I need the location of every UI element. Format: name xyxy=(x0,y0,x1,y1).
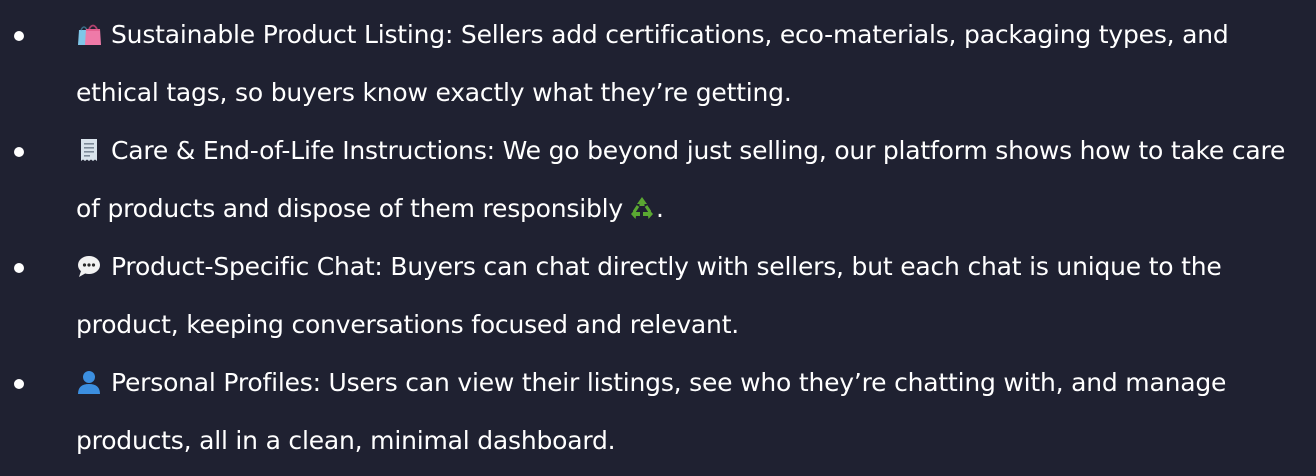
list-item: Product-Specific Chat: Buyers can chat d… xyxy=(0,238,1316,354)
page: Sustainable Product Listing: Sellers add… xyxy=(0,0,1316,476)
speech-bubble-icon xyxy=(76,253,102,279)
person-silhouette-icon xyxy=(76,369,102,395)
recycle-icon xyxy=(629,195,655,221)
feature-text: Product-Specific Chat: Buyers can chat d… xyxy=(76,252,1222,339)
feature-text-end: . xyxy=(656,194,664,223)
bullet-icon xyxy=(14,263,24,273)
feature-text: Personal Profiles: Users can view their … xyxy=(76,368,1227,455)
bullet-icon xyxy=(14,147,24,157)
feature-text: Sustainable Product Listing: Sellers add… xyxy=(76,20,1229,107)
list-item: Personal Profiles: Users can view their … xyxy=(0,354,1316,470)
feature-list: Sustainable Product Listing: Sellers add… xyxy=(0,6,1316,470)
bullet-icon xyxy=(14,31,24,41)
bullet-icon xyxy=(14,379,24,389)
feature-text: Care & End-of-Life Instructions: We go b… xyxy=(76,136,1286,223)
list-item: Sustainable Product Listing: Sellers add… xyxy=(0,6,1316,122)
shopping-bags-icon xyxy=(76,21,102,47)
receipt-icon xyxy=(76,137,102,163)
list-item: Care & End-of-Life Instructions: We go b… xyxy=(0,122,1316,238)
